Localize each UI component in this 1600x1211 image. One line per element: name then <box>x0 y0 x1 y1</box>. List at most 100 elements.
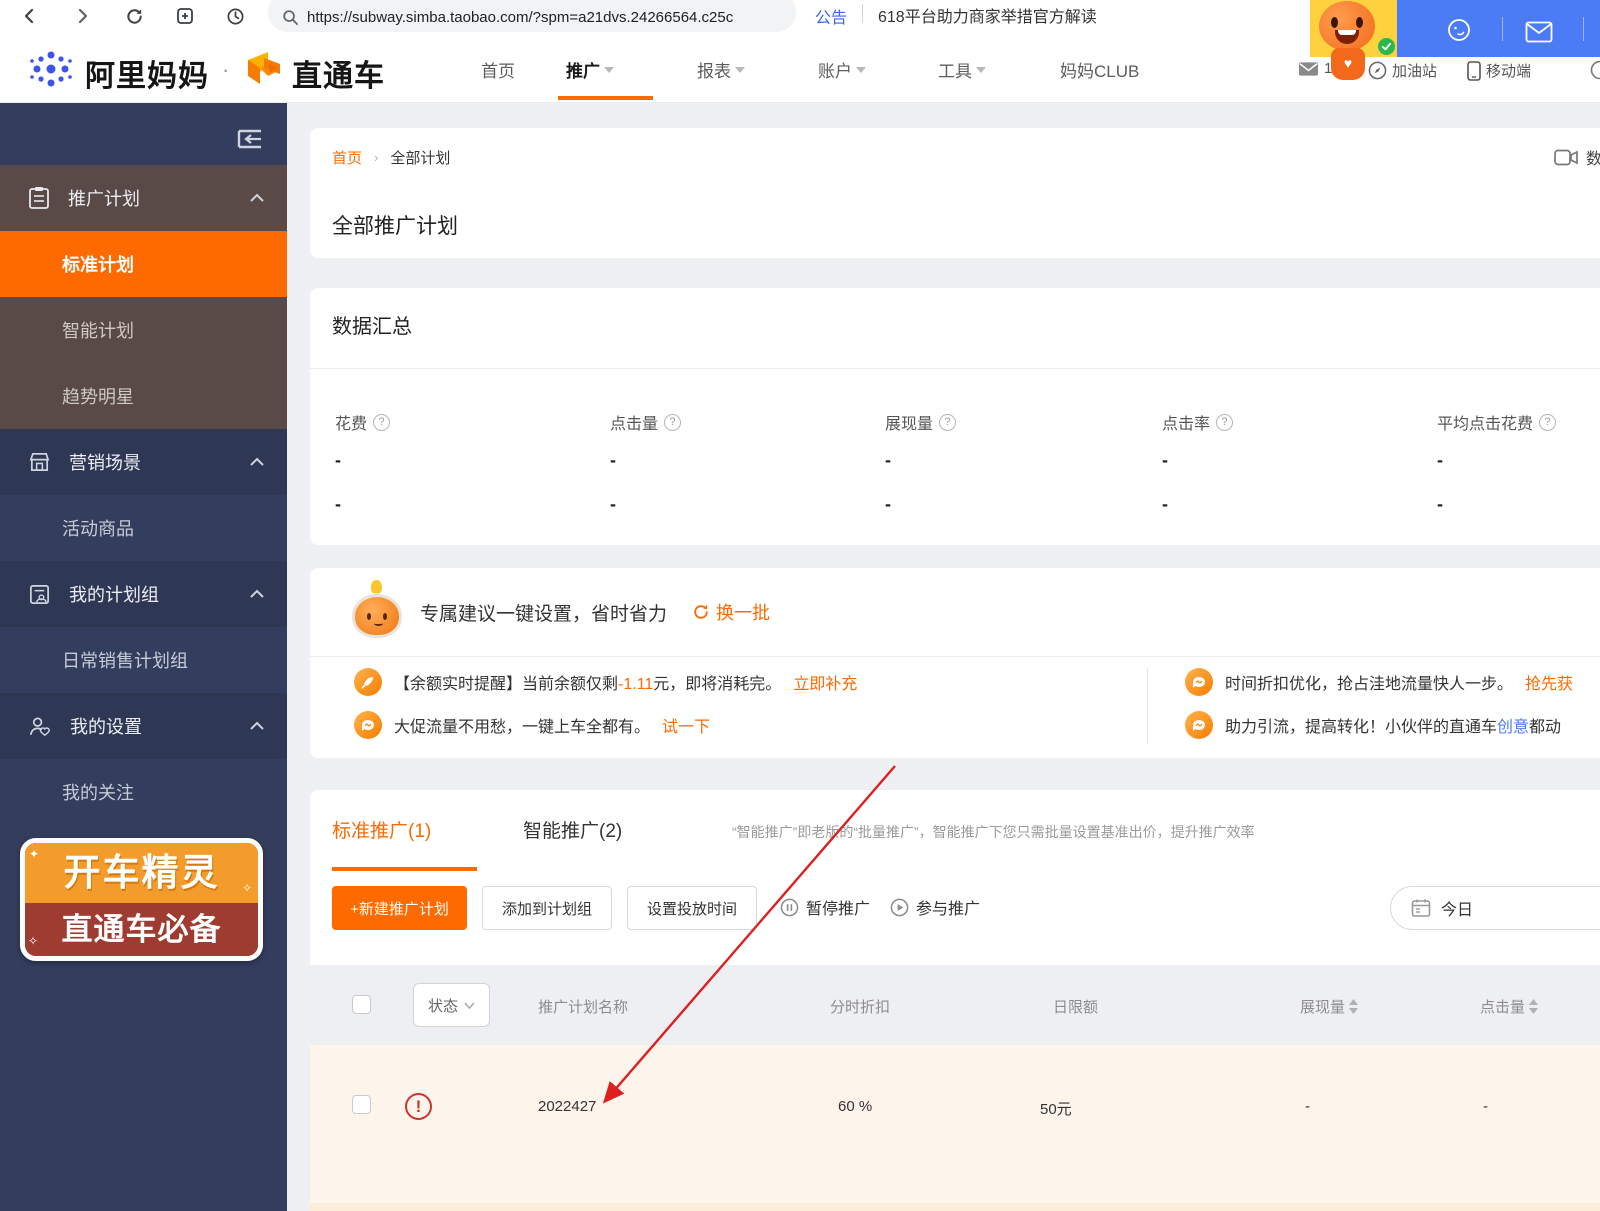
plans-card: 标准推广(1) 智能推广(2) “智能推广”即老版的“批量推广”，智能推广下您只… <box>310 790 1600 1211</box>
sort-icon[interactable] <box>1529 999 1538 1014</box>
pause-promotion-button[interactable]: 暂停推广 <box>780 895 870 919</box>
promo-badge[interactable]: 开车精灵 直通车必备 ✦ ✧ ✧ <box>20 838 263 961</box>
announcement-text[interactable]: 618平台助力商家举措官方解读 <box>878 3 1097 27</box>
nav-active-underline <box>558 96 653 100</box>
question-icon[interactable]: ? <box>1539 414 1556 431</box>
mascot-avatar[interactable]: ♥ <box>1310 0 1397 57</box>
table-header: 状态 推广计划名称 分时折扣 日限额 展现量 点击量 <box>310 965 1600 1045</box>
nav-home[interactable]: 首页 <box>481 57 515 82</box>
nav-promotion[interactable]: 推广 <box>566 57 614 82</box>
select-all-checkbox[interactable] <box>352 995 371 1014</box>
robot-icon <box>350 584 404 638</box>
quick-panel <box>1397 0 1600 57</box>
sidebar-group-my-plan-groups[interactable]: 我的计划组 <box>0 561 287 627</box>
breadcrumb-home[interactable]: 首页 <box>332 147 362 168</box>
promo-badge-line1: 开车精灵 <box>25 843 258 903</box>
chat-icon <box>1185 668 1213 696</box>
tab-smart-promotion[interactable]: 智能推广(2) <box>523 816 622 843</box>
divider <box>1147 668 1148 744</box>
metric-value: - <box>885 494 891 515</box>
nav-account[interactable]: 账户 <box>818 57 866 82</box>
nav-tools[interactable]: 工具 <box>938 57 986 82</box>
sidebar-item-activity-products[interactable]: 活动商品 <box>0 495 287 561</box>
sidebar-item-my-follows[interactable]: 我的关注 <box>0 759 287 825</box>
breadcrumb-chevron-icon: › <box>374 150 378 165</box>
nav-mama-club[interactable]: 妈妈CLUB <box>1060 57 1139 82</box>
reload-icon[interactable] <box>120 2 148 30</box>
page-title: 全部推广计划 <box>332 210 458 240</box>
nav-reports[interactable]: 报表 <box>697 57 745 82</box>
set-schedule-button[interactable]: 设置投放时间 <box>627 886 757 930</box>
sort-icon[interactable] <box>1349 999 1358 1014</box>
refresh-batch-button[interactable]: 换一批 <box>692 599 770 625</box>
sidebar-item-smart-plan[interactable]: 智能计划 <box>0 297 287 363</box>
forward-icon[interactable] <box>68 2 96 30</box>
clipboard-icon <box>28 186 50 210</box>
recharge-link[interactable]: 立即补充 <box>793 670 857 694</box>
question-icon[interactable]: ? <box>939 414 956 431</box>
sidebar-item-daily-sales-group[interactable]: 日常销售计划组 <box>0 627 287 693</box>
try-link[interactable]: 试一下 <box>662 713 710 737</box>
chat-icon <box>354 711 382 739</box>
question-icon[interactable]: ? <box>664 414 681 431</box>
shop-icon <box>28 451 51 474</box>
plan-group-icon <box>28 583 51 606</box>
question-icon[interactable]: ? <box>373 414 390 431</box>
row-checkbox[interactable] <box>352 1095 371 1114</box>
sidebar-group-marketing-scenes[interactable]: 营销场景 <box>0 429 287 495</box>
chat-icon <box>1185 711 1213 739</box>
metric-clicks: 点击量? <box>610 410 681 434</box>
table-row[interactable]: ! 2022427 60 % 50元 - - <box>310 1045 1600 1203</box>
sidebar-group-my-settings[interactable]: 我的设置 <box>0 693 287 759</box>
sidebar-item-standard-plan[interactable]: 标准计划 <box>0 231 287 297</box>
sidebar-item-trend-star[interactable]: 趋势明星 <box>0 363 287 429</box>
pause-circle-icon <box>780 898 799 917</box>
back-icon[interactable] <box>16 2 44 30</box>
status-filter-dropdown[interactable]: 状态 <box>413 983 490 1027</box>
search-icon <box>282 9 299 26</box>
metric-cost: 花费? <box>335 410 390 434</box>
support-icon[interactable] <box>1445 16 1473 44</box>
new-plan-button[interactable]: +新建推广计划 <box>332 886 467 930</box>
tab-standard-promotion[interactable]: 标准推广(1) <box>332 816 431 843</box>
cell-plan-name[interactable]: 2022427 <box>538 1098 596 1115</box>
metric-value: - <box>1437 450 1443 471</box>
calendar-icon <box>1411 898 1431 918</box>
play-circle-icon <box>890 898 909 917</box>
divider <box>1502 17 1503 41</box>
sparkle-icon: ✧ <box>242 881 252 895</box>
col-impressions[interactable]: 展现量 <box>1300 996 1358 1017</box>
user-settings-icon <box>28 715 52 738</box>
join-promotion-button[interactable]: 参与推广 <box>890 895 980 919</box>
date-filter[interactable]: 今日 <box>1390 886 1600 930</box>
brand-ztc: 直通车 <box>292 51 385 95</box>
announcement-label[interactable]: 公告 <box>815 4 847 28</box>
collapse-sidebar-icon[interactable] <box>235 127 265 151</box>
question-icon[interactable]: ? <box>1216 414 1233 431</box>
sparkle-icon: ✧ <box>28 934 38 948</box>
fuel-station-link[interactable]: 加油站 <box>1368 60 1437 81</box>
history-icon[interactable] <box>221 2 249 30</box>
sidebar-group-promo-plans[interactable]: 推广计划 <box>0 165 287 231</box>
mail-panel-icon[interactable] <box>1525 18 1553 46</box>
chevron-up-icon <box>249 589 265 599</box>
grab-link[interactable]: 抢先获 <box>1525 670 1573 694</box>
sparkle-icon: ✦ <box>29 847 39 861</box>
next-row-strip <box>310 1203 1600 1211</box>
col-clicks[interactable]: 点击量 <box>1480 996 1538 1017</box>
url-bar[interactable]: https://subway.simba.taobao.com/?spm=a21… <box>268 0 796 32</box>
url-text: https://subway.simba.taobao.com/?spm=a21… <box>307 9 733 26</box>
rocket-icon <box>354 668 382 696</box>
chevron-down-icon <box>604 67 614 73</box>
suggestion-text: 专属建议一键设置，省时省力 <box>420 599 667 626</box>
refresh-icon <box>692 603 710 621</box>
warning-icon[interactable]: ! <box>405 1093 432 1120</box>
data-video-link[interactable]: 数 <box>1554 145 1600 169</box>
metric-value: - <box>335 494 341 515</box>
phone-icon <box>1467 61 1481 81</box>
creative-link[interactable]: 创意 <box>1497 719 1529 736</box>
col-daily-limit: 日限额 <box>1053 996 1098 1017</box>
mobile-link[interactable]: 移动端 <box>1467 60 1531 81</box>
new-tab-icon[interactable] <box>171 2 199 30</box>
add-to-group-button[interactable]: 添加到计划组 <box>482 886 612 930</box>
